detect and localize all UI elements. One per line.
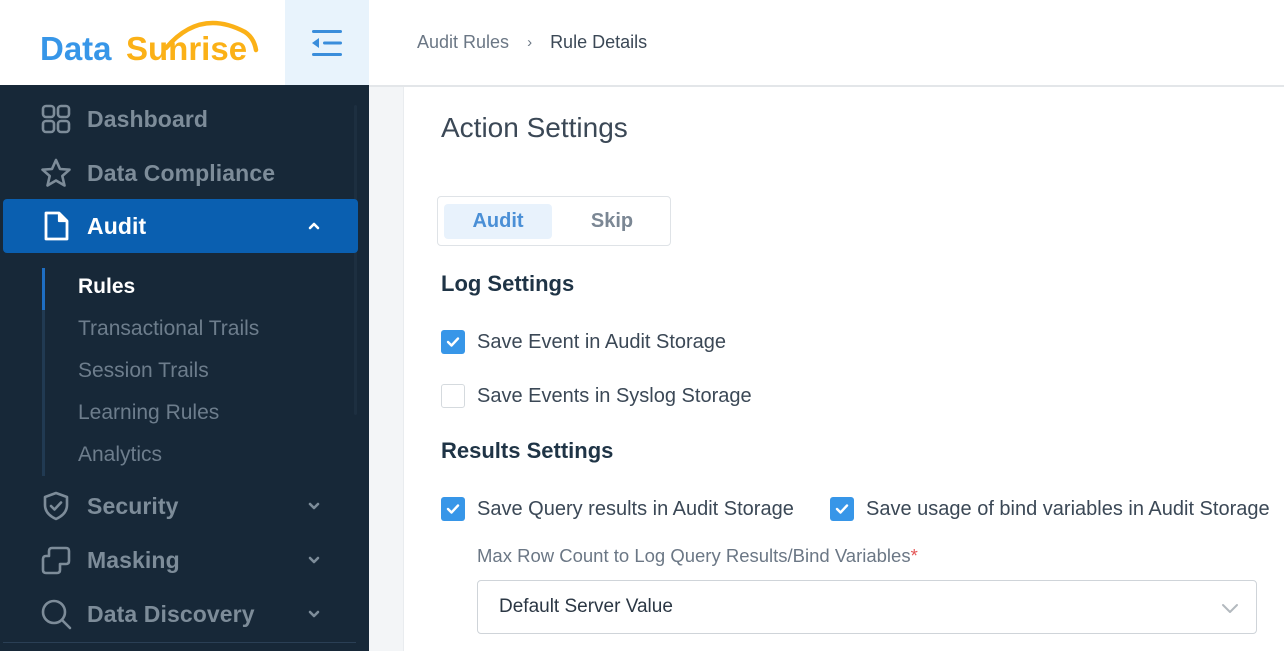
- collapse-menu-icon: [312, 29, 342, 56]
- document-icon: [40, 210, 72, 242]
- sidebar-item-label: Data Discovery: [87, 600, 255, 627]
- sidebar-item-label: Dashboard: [87, 105, 209, 132]
- checkbox-unchecked[interactable]: [441, 384, 465, 408]
- logo-graphic: Data Sunrise: [40, 20, 259, 67]
- select-value: Default Server Value: [499, 596, 673, 617]
- sidebar-item-dashboard[interactable]: Dashboard: [3, 92, 358, 146]
- max-row-count-label-text: Max Row Count to Log Query Results/Bind …: [477, 545, 911, 566]
- sidebar-divider: [3, 642, 356, 643]
- chevron-down-icon: [1222, 604, 1238, 613]
- datasunrise-logo[interactable]: Data Sunrise: [40, 10, 265, 72]
- save-bind-variables-checkbox[interactable]: Save usage of bind variables in Audit St…: [830, 497, 1270, 521]
- checkbox-checked[interactable]: [441, 497, 465, 521]
- checkbox-checked[interactable]: [830, 497, 854, 521]
- toggle-audit-button[interactable]: Audit: [444, 204, 552, 239]
- submenu-item-analytics[interactable]: Analytics: [78, 443, 162, 473]
- submenu-active-indicator: [42, 268, 45, 310]
- main-content: Action Settings Audit Skip Log Settings …: [405, 87, 1284, 651]
- shield-check-icon: [40, 490, 72, 522]
- required-asterisk: *: [910, 545, 918, 566]
- save-events-syslog-storage-checkbox[interactable]: Save Events in Syslog Storage: [441, 384, 752, 408]
- action-toggle-group: Audit Skip: [437, 196, 671, 246]
- checkbox-label: Save Query results in Audit Storage: [477, 497, 794, 520]
- logo-area: Data Sunrise: [0, 0, 285, 85]
- save-query-results-checkbox[interactable]: Save Query results in Audit Storage: [441, 497, 794, 521]
- page-title: Action Settings: [441, 112, 628, 143]
- sidebar-item-label: Masking: [87, 546, 180, 573]
- checkmark-icon: [446, 337, 460, 347]
- chevron-up-icon[interactable]: [305, 217, 323, 235]
- star-icon: [40, 157, 72, 189]
- top-header: Audit Rules › Rule Details: [369, 0, 1284, 87]
- chevron-down-icon[interactable]: [305, 605, 323, 623]
- logo-text-sunrise: Sunrise: [126, 30, 247, 67]
- checkbox-label: Save Events in Syslog Storage: [477, 384, 752, 407]
- breadcrumb-audit-rules[interactable]: Audit Rules: [417, 32, 509, 53]
- submenu-item-session-trails[interactable]: Session Trails: [78, 359, 209, 389]
- sidebar-item-data-discovery[interactable]: Data Discovery: [3, 587, 358, 641]
- checkmark-icon: [446, 504, 460, 514]
- checkmark-icon: [835, 504, 849, 514]
- chevron-down-icon[interactable]: [305, 497, 323, 515]
- breadcrumb-separator-icon: ›: [527, 34, 533, 51]
- collapse-sidebar-button[interactable]: [285, 0, 369, 85]
- sidebar-item-data-compliance[interactable]: Data Compliance: [3, 146, 358, 200]
- max-row-count-label: Max Row Count to Log Query Results/Bind …: [477, 545, 918, 567]
- submenu-item-rules[interactable]: Rules: [78, 275, 135, 305]
- sidebar-item-label: Security: [87, 492, 179, 519]
- sidebar-item-security[interactable]: Security: [3, 479, 358, 533]
- breadcrumb-rule-details: Rule Details: [550, 32, 648, 52]
- content-gutter: [369, 87, 404, 651]
- checkbox-checked[interactable]: [441, 330, 465, 354]
- max-row-count-select[interactable]: Default Server Value: [477, 580, 1257, 634]
- sidebar-item-audit[interactable]: Audit: [3, 199, 358, 253]
- search-icon: [40, 598, 72, 630]
- sidebar-item-label: Data Compliance: [87, 159, 276, 186]
- sidebar: Dashboard Data Compliance Audit Rules Tr…: [0, 85, 369, 651]
- save-event-audit-storage-checkbox[interactable]: Save Event in Audit Storage: [441, 330, 726, 354]
- submenu-item-learning-rules[interactable]: Learning Rules: [78, 401, 219, 431]
- logo-text-data: Data: [40, 30, 112, 67]
- sidebar-item-masking[interactable]: Masking: [3, 533, 358, 587]
- chevron-down-icon[interactable]: [305, 551, 323, 569]
- toggle-skip-button[interactable]: Skip: [558, 204, 666, 239]
- submenu-item-transactional-trails[interactable]: Transactional Trails: [78, 317, 259, 347]
- sidebar-item-label: Audit: [87, 212, 147, 239]
- checkbox-label: Save usage of bind variables in Audit St…: [866, 497, 1270, 520]
- log-settings-heading: Log Settings: [441, 271, 575, 296]
- dashboard-icon: [40, 103, 72, 135]
- checkbox-label: Save Event in Audit Storage: [477, 330, 727, 353]
- breadcrumb: Audit Rules › Rule Details: [417, 32, 647, 53]
- masking-icon: [40, 544, 72, 576]
- results-settings-heading: Results Settings: [441, 438, 614, 463]
